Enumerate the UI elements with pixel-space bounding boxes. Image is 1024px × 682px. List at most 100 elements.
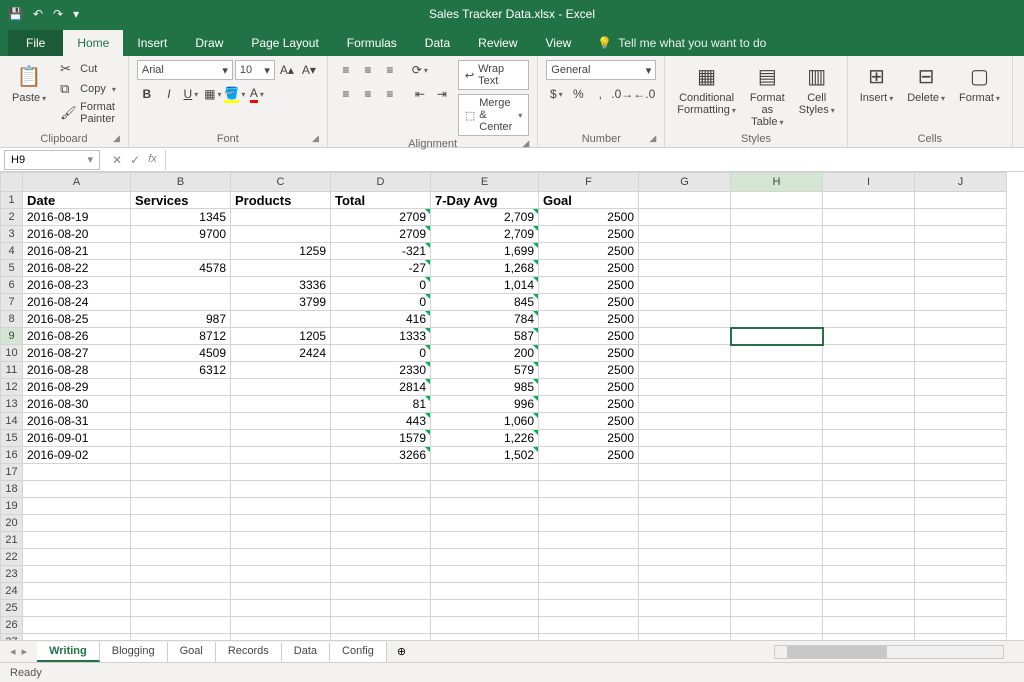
cell-G25[interactable]	[639, 600, 731, 617]
cut-button[interactable]: ✂Cut	[56, 60, 120, 78]
tab-insert[interactable]: Insert	[123, 30, 181, 56]
cell-F8[interactable]: 2500	[539, 311, 639, 328]
cell-C19[interactable]	[231, 498, 331, 515]
cell-A14[interactable]: 2016-08-31	[23, 413, 131, 430]
redo-icon[interactable]: ↷	[53, 7, 63, 21]
cell-A1[interactable]: Date	[23, 192, 131, 209]
cell-J12[interactable]	[915, 379, 1007, 396]
cell-E12[interactable]: 985	[431, 379, 539, 396]
comma-button[interactable]: ,	[590, 84, 610, 104]
cell-E17[interactable]	[431, 464, 539, 481]
cell-J24[interactable]	[915, 583, 1007, 600]
cell-J27[interactable]	[915, 634, 1007, 641]
cell-I27[interactable]	[823, 634, 915, 641]
cell-E22[interactable]	[431, 549, 539, 566]
cell-I26[interactable]	[823, 617, 915, 634]
cell-I10[interactable]	[823, 345, 915, 362]
cell-D25[interactable]	[331, 600, 431, 617]
cell-C18[interactable]	[231, 481, 331, 498]
cell-I19[interactable]	[823, 498, 915, 515]
cell-styles-button[interactable]: ▥Cell Styles	[795, 60, 839, 118]
font-color-button[interactable]: A	[247, 84, 267, 104]
cell-F10[interactable]: 2500	[539, 345, 639, 362]
cell-C25[interactable]	[231, 600, 331, 617]
cell-B13[interactable]	[131, 396, 231, 413]
column-header-F[interactable]: F	[539, 173, 639, 192]
cell-A10[interactable]: 2016-08-27	[23, 345, 131, 362]
row-header-14[interactable]: 14	[1, 413, 23, 430]
cell-H24[interactable]	[731, 583, 823, 600]
cell-A12[interactable]: 2016-08-29	[23, 379, 131, 396]
cell-A7[interactable]: 2016-08-24	[23, 294, 131, 311]
cell-G3[interactable]	[639, 226, 731, 243]
cell-A3[interactable]: 2016-08-20	[23, 226, 131, 243]
cell-A18[interactable]	[23, 481, 131, 498]
cell-G8[interactable]	[639, 311, 731, 328]
cell-H14[interactable]	[731, 413, 823, 430]
cell-H15[interactable]	[731, 430, 823, 447]
cell-A24[interactable]	[23, 583, 131, 600]
cell-C11[interactable]	[231, 362, 331, 379]
select-all-corner[interactable]	[1, 173, 23, 192]
format-painter-button[interactable]: 🖌Format Painter	[56, 100, 120, 126]
row-header-2[interactable]: 2	[1, 209, 23, 226]
cell-G9[interactable]	[639, 328, 731, 345]
cell-G21[interactable]	[639, 532, 731, 549]
borders-button[interactable]: ▦	[203, 84, 223, 104]
cell-G23[interactable]	[639, 566, 731, 583]
cell-H17[interactable]	[731, 464, 823, 481]
cell-B27[interactable]	[131, 634, 231, 641]
cell-E20[interactable]	[431, 515, 539, 532]
cell-C5[interactable]	[231, 260, 331, 277]
cell-H13[interactable]	[731, 396, 823, 413]
cell-I3[interactable]	[823, 226, 915, 243]
row-header-10[interactable]: 10	[1, 345, 23, 362]
cell-G5[interactable]	[639, 260, 731, 277]
cell-G17[interactable]	[639, 464, 731, 481]
cell-G16[interactable]	[639, 447, 731, 464]
cell-B11[interactable]: 6312	[131, 362, 231, 379]
cell-I7[interactable]	[823, 294, 915, 311]
cell-I12[interactable]	[823, 379, 915, 396]
cell-H1[interactable]	[731, 192, 823, 209]
cell-J26[interactable]	[915, 617, 1007, 634]
align-right-button[interactable]: ≡	[380, 84, 400, 104]
cell-F3[interactable]: 2500	[539, 226, 639, 243]
font-name-combo[interactable]: Arial▾	[137, 60, 233, 80]
currency-button[interactable]: $	[546, 84, 566, 104]
cell-E11[interactable]: 579	[431, 362, 539, 379]
cell-F19[interactable]	[539, 498, 639, 515]
tab-file[interactable]: File	[8, 30, 63, 56]
increase-font-button[interactable]: A▴	[277, 60, 297, 80]
cell-D6[interactable]: 0	[331, 277, 431, 294]
cell-C8[interactable]	[231, 311, 331, 328]
font-launcher[interactable]: ◢	[312, 133, 319, 144]
row-header-6[interactable]: 6	[1, 277, 23, 294]
row-header-1[interactable]: 1	[1, 192, 23, 209]
decrease-font-button[interactable]: A▾	[299, 60, 319, 80]
cell-E3[interactable]: 2,709	[431, 226, 539, 243]
cell-B8[interactable]: 987	[131, 311, 231, 328]
cell-E25[interactable]	[431, 600, 539, 617]
cell-J9[interactable]	[915, 328, 1007, 345]
cell-G19[interactable]	[639, 498, 731, 515]
cell-J23[interactable]	[915, 566, 1007, 583]
cell-H16[interactable]	[731, 447, 823, 464]
cell-G24[interactable]	[639, 583, 731, 600]
cell-B25[interactable]	[131, 600, 231, 617]
tab-draw[interactable]: Draw	[181, 30, 237, 56]
cell-I6[interactable]	[823, 277, 915, 294]
cell-H26[interactable]	[731, 617, 823, 634]
horizontal-scrollbar[interactable]	[416, 645, 1024, 659]
row-header-25[interactable]: 25	[1, 600, 23, 617]
cell-E2[interactable]: 2,709	[431, 209, 539, 226]
cell-I15[interactable]	[823, 430, 915, 447]
cell-F23[interactable]	[539, 566, 639, 583]
cell-C26[interactable]	[231, 617, 331, 634]
sheet-tab-records[interactable]: Records	[216, 642, 282, 662]
cell-E21[interactable]	[431, 532, 539, 549]
cell-J19[interactable]	[915, 498, 1007, 515]
cell-A9[interactable]: 2016-08-26	[23, 328, 131, 345]
cell-C12[interactable]	[231, 379, 331, 396]
cell-H11[interactable]	[731, 362, 823, 379]
